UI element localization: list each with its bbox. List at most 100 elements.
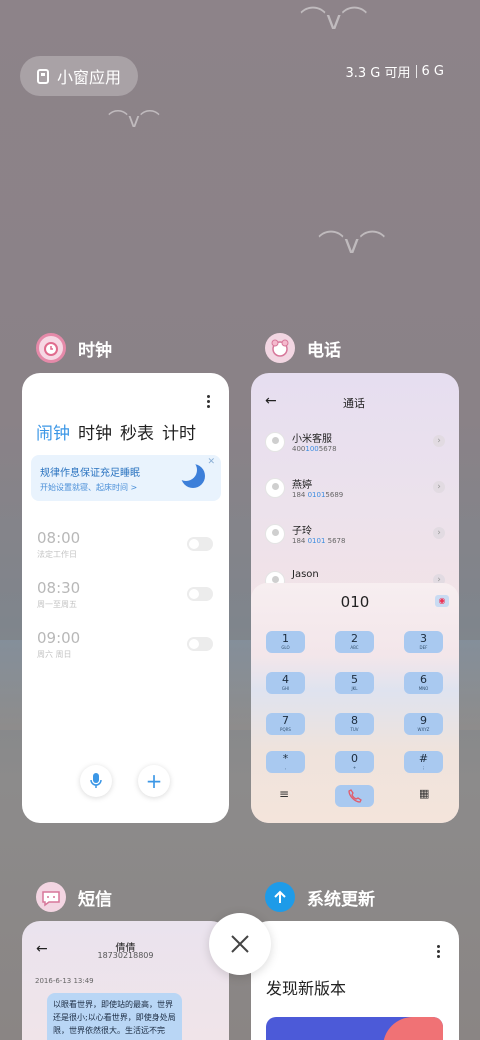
microphone-icon: [90, 773, 102, 788]
dial-key[interactable]: #;: [404, 751, 443, 773]
memory-available: 3.3 G 可用: [345, 66, 411, 81]
alarm-time: 09:00: [37, 629, 81, 647]
add-alarm-button[interactable]: +: [138, 765, 170, 797]
clock-app-header[interactable]: 时钟: [36, 333, 112, 363]
dial-key[interactable]: 9 WXYZ: [404, 713, 443, 735]
dial-key-letters: ,: [284, 765, 287, 770]
chevron-right-icon[interactable]: ›: [433, 435, 445, 447]
contact-name: 燕婷: [292, 480, 312, 491]
tab-clock[interactable]: 时钟: [78, 419, 112, 444]
alarm-item[interactable]: 08:00 法定工作日: [37, 529, 80, 560]
phone-app-header[interactable]: 电话: [265, 333, 341, 363]
alarm-toggle[interactable]: [187, 537, 213, 551]
chevron-right-icon[interactable]: ›: [433, 481, 445, 493]
memory-status: 3.3 G 可用 6 G: [346, 62, 445, 81]
dial-key-letters: GHI: [281, 686, 290, 691]
dial-key-digit: 3: [420, 632, 427, 645]
dial-key[interactable]: 8 TUV: [335, 713, 374, 735]
update-app-icon: [265, 882, 295, 912]
dial-key[interactable]: 0 +: [335, 751, 374, 773]
avatar: [265, 478, 285, 498]
contact-name: 子玲: [292, 526, 312, 537]
clock-tabs: 闹钟 时钟 秒表 计时: [36, 419, 196, 444]
dial-key-letters: PQRS: [280, 727, 291, 732]
contact-row[interactable]: 子玲 184 0101 5678 ›: [265, 522, 447, 552]
contact-number: 184 01015689: [292, 491, 344, 499]
dialpad-grid-icon[interactable]: ▦: [419, 787, 429, 800]
dial-key-digit: 5: [351, 673, 358, 686]
clock-app-name: 时钟: [78, 340, 112, 361]
contact-row[interactable]: 燕婷 184 01015689 ›: [265, 476, 447, 506]
banner-title: 规律作息保证充足睡眠: [40, 468, 140, 479]
small-window-apps-label: 小窗应用: [56, 68, 121, 87]
contact-name: Jason: [292, 569, 319, 580]
sms-timestamp: 2016-6-13 13:49: [35, 977, 94, 985]
sms-app-name: 短信: [78, 889, 112, 910]
more-options-icon[interactable]: [207, 395, 211, 410]
dial-key-letters: MNO: [418, 686, 429, 691]
call-button[interactable]: [335, 785, 374, 807]
alarm-item[interactable]: 09:00 周六 周日: [37, 629, 80, 660]
dial-key[interactable]: 5 JKL: [335, 672, 374, 694]
alarm-toggle[interactable]: [187, 587, 213, 601]
update-app-header[interactable]: 系统更新: [265, 882, 375, 912]
dial-key[interactable]: *,: [266, 751, 305, 773]
tab-stopwatch[interactable]: 秒表: [120, 419, 154, 444]
small-window-apps-button[interactable]: 小窗应用: [20, 56, 138, 96]
tab-timer[interactable]: 计时: [162, 419, 196, 444]
dial-key-digit: 2: [351, 632, 358, 645]
contact-number: 184 0101 5678: [292, 537, 346, 545]
banner-subtitle: 开始设置就寝、起床时间 >: [40, 483, 138, 492]
dialpad: 010 ◉ 1 GLO 2 ABC 3 DEF 4 GHI 5 JKL 6 MNO 7 PQRS 8 TUV 9…: [251, 583, 459, 823]
update-app-name: 系统更新: [307, 889, 375, 910]
dial-key-letters: JKL: [351, 686, 358, 691]
menu-icon[interactable]: ≡: [279, 787, 289, 801]
phone-app-name: 电话: [307, 340, 341, 361]
avatar: [265, 432, 285, 452]
dial-key-letters: DEF: [419, 645, 428, 650]
update-app-card[interactable]: 发现新版本: [251, 921, 459, 1040]
close-icon: [231, 935, 249, 953]
clear-all-button[interactable]: [209, 913, 271, 975]
dial-key[interactable]: 6 MNO: [404, 672, 443, 694]
alarm-repeat: 周一至周五: [37, 600, 77, 609]
dial-key-digit: 6: [420, 673, 427, 686]
tab-alarm[interactable]: 闹钟: [36, 419, 70, 444]
moon-icon: [175, 459, 205, 488]
sms-app-card[interactable]: ← 倩倩 18730218809 2016-6-13 13:49 以眼看世界，即…: [22, 921, 229, 1040]
back-arrow-icon[interactable]: ←: [265, 393, 277, 409]
memory-total: 6 G: [421, 64, 444, 79]
phone-icon: [347, 789, 362, 803]
sleep-banner[interactable]: 规律作息保证充足睡眠 开始设置就寝、起床时间 > ✕: [31, 455, 221, 501]
close-icon[interactable]: ✕: [207, 457, 215, 467]
chevron-right-icon[interactable]: ›: [433, 527, 445, 539]
update-title: 发现新版本: [266, 979, 347, 998]
dial-key[interactable]: 4 GHI: [266, 672, 305, 694]
alarm-time: 08:00: [37, 529, 81, 547]
eye-icon[interactable]: ◉: [435, 595, 449, 607]
dial-key-letters: ABC: [350, 645, 359, 650]
message-bubble: 以眼看世界，即使站的最高，世界还是很小;以心看世界，即使身处局限，世界依然很大。…: [47, 993, 182, 1040]
dial-key-digit: 9: [420, 714, 427, 727]
dial-key[interactable]: 2 ABC: [335, 631, 374, 653]
contact-row[interactable]: 小米客服 4001005678 ›: [265, 430, 447, 460]
alarm-repeat: 法定工作日: [37, 550, 77, 559]
phone-app-card[interactable]: ← 通话 小米客服 4001005678 › 燕婷 184 01015689 ›…: [251, 373, 459, 823]
sms-app-header[interactable]: 短信: [36, 882, 112, 912]
clock-app-card[interactable]: 闹钟 时钟 秒表 计时 规律作息保证充足睡眠 开始设置就寝、起床时间 > ✕ 0…: [22, 373, 229, 823]
dial-key-digit: *: [282, 752, 289, 765]
alarm-item[interactable]: 08:30 周一至周五: [37, 579, 80, 610]
voice-alarm-button[interactable]: [80, 765, 112, 797]
dialed-number: 010: [340, 593, 370, 611]
dial-key-digit: #: [418, 752, 429, 765]
alarm-toggle[interactable]: [187, 637, 213, 651]
contact-name: 小米客服: [292, 434, 332, 445]
small-window-icon: [36, 68, 49, 84]
dial-key[interactable]: 7 PQRS: [266, 713, 305, 735]
dial-key[interactable]: 1 GLO: [266, 631, 305, 653]
clock-app-icon: [36, 333, 66, 363]
dialpad-bottom-bar: ≡ ▦: [251, 783, 459, 813]
more-options-icon[interactable]: [437, 945, 441, 960]
alarm-time: 08:30: [37, 579, 81, 597]
dial-key[interactable]: 3 DEF: [404, 631, 443, 653]
